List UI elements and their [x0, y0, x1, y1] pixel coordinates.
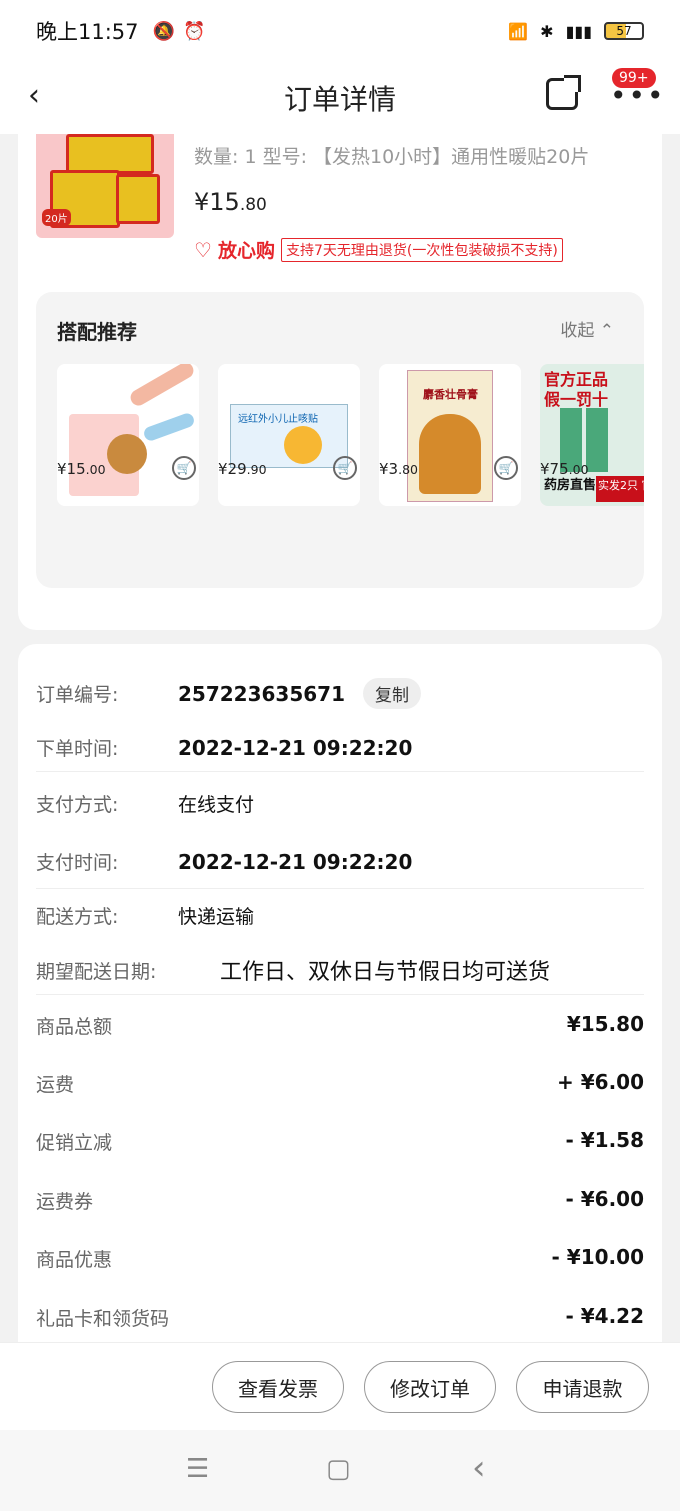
alarm-icon: ⏰ [182, 20, 206, 42]
divider [36, 771, 644, 772]
amount-label: 运费 [36, 1074, 75, 1096]
pay-method-row: 支付方式: 在线支付 [36, 790, 644, 817]
amount-row: 礼品卡和领货码 - ¥4.22 [36, 1304, 644, 1331]
product-spec: 数量: 1 型号: 【发热10小时】通用性暖贴20片 [194, 146, 590, 168]
recommend-item-text: 实发2只 官方防 [596, 476, 644, 502]
chevron-up-icon: ⌃ [599, 321, 614, 341]
system-nav-bar: ☰ ▢ ‹ [0, 1430, 680, 1511]
recommend-thumb-cream: 官方正品 假一罚十 药房直售 实发2只 官方防 [540, 364, 644, 506]
view-invoice-button[interactable]: 查看发票 [212, 1361, 344, 1413]
pay-time-label: 支付时间: [36, 852, 119, 874]
divider [36, 888, 644, 889]
delivery-label: 配送方式: [36, 906, 119, 928]
cart-icon[interactable]: 🛒 [172, 456, 196, 480]
copy-button[interactable]: 复制 [363, 678, 421, 709]
amount-label: 促销立减 [36, 1132, 113, 1154]
amount-row: 商品总额 ¥15.80 [36, 1012, 644, 1039]
collapse-label: 收起 [560, 321, 595, 341]
back-icon[interactable]: ‹ [28, 78, 40, 113]
amount-value: - ¥6.00 [565, 1187, 644, 1211]
amount-value: ¥15.80 [566, 1012, 644, 1036]
delivery-row: 配送方式: 快递运输 [36, 902, 644, 929]
recommend-item[interactable] [57, 364, 199, 506]
nav-bar: ‹ 订单详情 ••• 99+ [0, 62, 680, 134]
product-price-dec: .80 [239, 195, 267, 215]
amount-value: - ¥10.00 [551, 1245, 644, 1269]
order-number-label: 订单编号: [36, 684, 119, 706]
more-icon[interactable]: ••• [610, 82, 666, 110]
product-image[interactable]: 20片 [36, 134, 174, 238]
cart-icon[interactable]: 🛒 [333, 456, 357, 480]
pay-time-row: 支付时间: 2022-12-21 09:22:20 [36, 848, 644, 875]
order-time-label: 下单时间: [36, 738, 119, 760]
status-time: 晚上11:57 [36, 20, 139, 44]
delivery: 快递运输 [178, 906, 255, 928]
menu-icon[interactable]: ☰ [186, 1454, 209, 1484]
action-bar: 查看发票 修改订单 申请退款 [0, 1342, 680, 1430]
cart-icon[interactable]: 🛒 [494, 456, 518, 480]
recommend-price: ¥3.80 [379, 460, 418, 478]
pay-method-label: 支付方式: [36, 794, 119, 816]
order-info-card: 订单编号: 257223635671 复制 下单时间: 2022-12-21 0… [18, 644, 662, 1344]
pay-method: 在线支付 [178, 794, 255, 816]
recommend-item[interactable]: 官方正品 假一罚十 药房直售 实发2只 官方防 [540, 364, 644, 506]
product-price-int: ¥15 [194, 188, 240, 216]
modify-order-button[interactable]: 修改订单 [364, 1361, 496, 1413]
amount-row: 运费 + ¥6.00 [36, 1070, 644, 1097]
pay-time: 2022-12-21 09:22:20 [178, 849, 413, 874]
order-time: 2022-12-21 09:22:20 [178, 735, 413, 760]
product-price: ¥15.80 [194, 188, 267, 216]
assurance-brand: 放心购 [217, 240, 275, 262]
wifi-icon: 📶 [508, 21, 529, 41]
amount-value: - ¥4.22 [565, 1304, 644, 1328]
amount-row: 商品优惠 - ¥10.00 [36, 1245, 644, 1272]
amount-label: 礼品卡和领货码 [36, 1308, 170, 1330]
amount-row: 促销立减 - ¥1.58 [36, 1128, 644, 1155]
recommend-panel: 搭配推荐 收起 ⌃ 远红外小儿止咳贴 麝香壮骨膏 官方正品 假一罚十 药房直售 … [36, 292, 644, 588]
mute-icon: 🔕 [152, 20, 175, 42]
assurance-text: 支持7天无理由退货(一次性包装破损不支持) [280, 237, 563, 262]
message-badge: 99+ [612, 68, 656, 88]
home-icon[interactable]: ▢ [326, 1454, 351, 1484]
recommend-item[interactable]: 远红外小儿止咳贴 [218, 364, 360, 506]
recommend-price: ¥75.00 [540, 460, 589, 478]
recommend-price: ¥15.00 [57, 460, 106, 478]
recommend-title: 搭配推荐 [57, 320, 137, 344]
expect-date: 工作日、双休日与节假日均可送货 [220, 960, 551, 985]
battery-icon: 57 [604, 22, 644, 40]
recommend-price: ¥29.90 [218, 460, 267, 478]
expect-date-label: 期望配送日期: [36, 960, 157, 983]
recommend-thumb-plaster: 麝香壮骨膏 [379, 364, 521, 506]
product-card: 20片 数量: 1 型号: 【发热10小时】通用性暖贴20片 ¥15.80 ♡ … [18, 134, 662, 630]
amount-label: 运费券 [36, 1191, 94, 1213]
amount-label: 商品优惠 [36, 1249, 113, 1271]
order-number-row: 订单编号: 257223635671 复制 [36, 678, 644, 709]
order-time-row: 下单时间: 2022-12-21 09:22:20 [36, 734, 644, 761]
system-back-icon[interactable]: ‹ [472, 1448, 486, 1488]
order-number: 257223635671 [178, 681, 345, 706]
signal-icon: ▮▮▮ [565, 21, 592, 41]
amount-label: 商品总额 [36, 1016, 113, 1038]
amount-row: 运费券 - ¥6.00 [36, 1187, 644, 1214]
assurance[interactable]: ♡ 放心购 支持7天无理由退货(一次性包装破损不支持) [194, 236, 563, 263]
recommend-item-text: 麝香壮骨膏 [423, 388, 478, 401]
collapse-button[interactable]: 收起 ⌃ [560, 316, 614, 341]
bluetooth-icon: ✱ [540, 21, 554, 41]
recommend-item[interactable]: 麝香壮骨膏 [379, 364, 521, 506]
product-image-tag: 20片 [42, 209, 71, 226]
share-icon[interactable] [546, 75, 581, 110]
recommend-thumb-bandage [57, 364, 199, 506]
recommend-item-text: 远红外小儿止咳贴 [238, 414, 318, 425]
expect-date-row: 期望配送日期: 工作日、双休日与节假日均可送货 [36, 954, 644, 986]
amount-value: - ¥1.58 [565, 1128, 644, 1152]
recommend-item-text: 假一罚十 [544, 390, 609, 409]
status-right: 📶 ✱ ▮▮▮ 57 [508, 22, 644, 41]
status-bar: 晚上11:57 🔕 ⏰ 📶 ✱ ▮▮▮ 57 [0, 0, 680, 62]
divider [36, 994, 644, 995]
heart-icon: ♡ [194, 237, 212, 262]
amount-value: + ¥6.00 [557, 1070, 644, 1094]
recommend-thumb-cough-patch: 远红外小儿止咳贴 [218, 364, 360, 506]
page-title: 订单详情 [283, 83, 396, 116]
refund-button[interactable]: 申请退款 [516, 1361, 649, 1413]
